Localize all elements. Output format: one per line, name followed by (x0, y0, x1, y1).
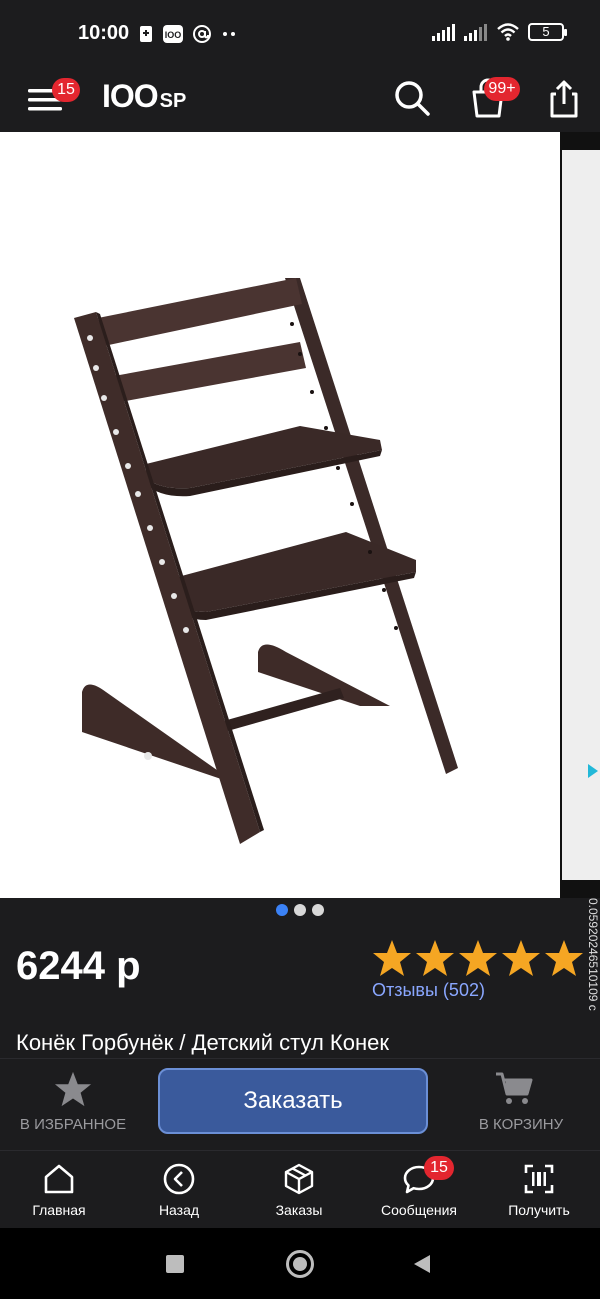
status-system-icons: 5 (432, 22, 567, 42)
rating-stars[interactable] (372, 938, 584, 978)
gallery-pagination (276, 904, 324, 916)
scan-code-icon (524, 1164, 554, 1194)
status-notifications: IOO (138, 24, 240, 44)
product-title: Конёк Горбунёк / Детский стул Конек (16, 1030, 389, 1055)
menu-badge: 15 (52, 78, 80, 102)
nav-receive-label: Получить (508, 1202, 570, 1218)
status-bar: 10:00 IOO 5 (0, 0, 600, 68)
add-to-cart-button[interactable]: В КОРЗИНУ (466, 1070, 576, 1140)
cart-badge: 99+ (484, 77, 520, 101)
logo-main: IOO (102, 78, 159, 114)
order-button[interactable]: Заказать (158, 1068, 428, 1134)
star-icon (502, 940, 540, 976)
more-dots-icon (223, 32, 235, 36)
home-icon (44, 1164, 74, 1194)
nav-receive[interactable]: Получить (484, 1154, 594, 1224)
reviews-link[interactable]: Отзывы (502) (372, 980, 485, 1001)
nav-home[interactable]: Главная (4, 1154, 114, 1224)
gallery-dot-active[interactable] (276, 904, 288, 916)
star-icon (416, 940, 454, 976)
search-icon (395, 81, 430, 116)
cart-icon (496, 1072, 533, 1104)
signal-icon (464, 24, 487, 41)
share-button[interactable] (544, 76, 584, 120)
box-icon (284, 1163, 314, 1195)
logo-sp: SP (159, 90, 187, 112)
nav-orders[interactable]: Заказы (244, 1154, 354, 1224)
star-icon (373, 940, 411, 976)
product-price: 6244 р (16, 944, 141, 988)
star-icon (54, 1071, 92, 1107)
nav-back[interactable]: Назад (124, 1154, 234, 1224)
battery-icon: 5 (528, 23, 567, 41)
svg-text:IOO: IOO (165, 30, 182, 40)
search-button[interactable] (390, 76, 434, 120)
star-icon (545, 940, 583, 976)
100sp-notification-icon: IOO (163, 25, 183, 43)
favorites-label: В ИЗБРАННОЕ (19, 1116, 127, 1133)
app-header: 15 IOO SP 99+ (0, 68, 600, 132)
back-triangle-icon[interactable] (414, 1255, 430, 1273)
nav-home-label: Главная (32, 1202, 86, 1218)
nav-messages[interactable]: Сообщения (364, 1154, 474, 1224)
status-time: 10:00 (78, 22, 130, 44)
side-code: 0.05920246510109 c (584, 898, 600, 1048)
product-image-gallery[interactable] (0, 132, 560, 898)
share-icon (550, 80, 578, 118)
side-code-text: 0.05920246510109 c (586, 898, 600, 1011)
next-image-arrow-icon[interactable] (588, 764, 598, 778)
gallery-dot[interactable] (294, 904, 306, 916)
home-circle-icon[interactable] (286, 1250, 314, 1278)
add-to-cart-label: В КОРЗИНУ (478, 1116, 564, 1133)
battery-level: 5 (542, 24, 550, 39)
nav-orders-label: Заказы (275, 1202, 323, 1218)
at-icon (193, 25, 211, 43)
signal-icon (432, 24, 455, 41)
nav-back-label: Назад (158, 1202, 200, 1218)
star-icon (459, 940, 497, 976)
product-image-chair (74, 278, 458, 844)
app-logo[interactable]: IOO SP (102, 78, 186, 118)
sim-icon (140, 26, 152, 42)
favorites-button[interactable]: В ИЗБРАННОЕ (12, 1070, 134, 1140)
wifi-icon (497, 23, 519, 41)
nav-messages-label: Сообщения (381, 1202, 457, 1218)
gallery-dot[interactable] (312, 904, 324, 916)
back-circle-icon (163, 1163, 195, 1195)
messages-badge: 15 (424, 1156, 454, 1180)
recent-apps-icon[interactable] (166, 1255, 184, 1273)
